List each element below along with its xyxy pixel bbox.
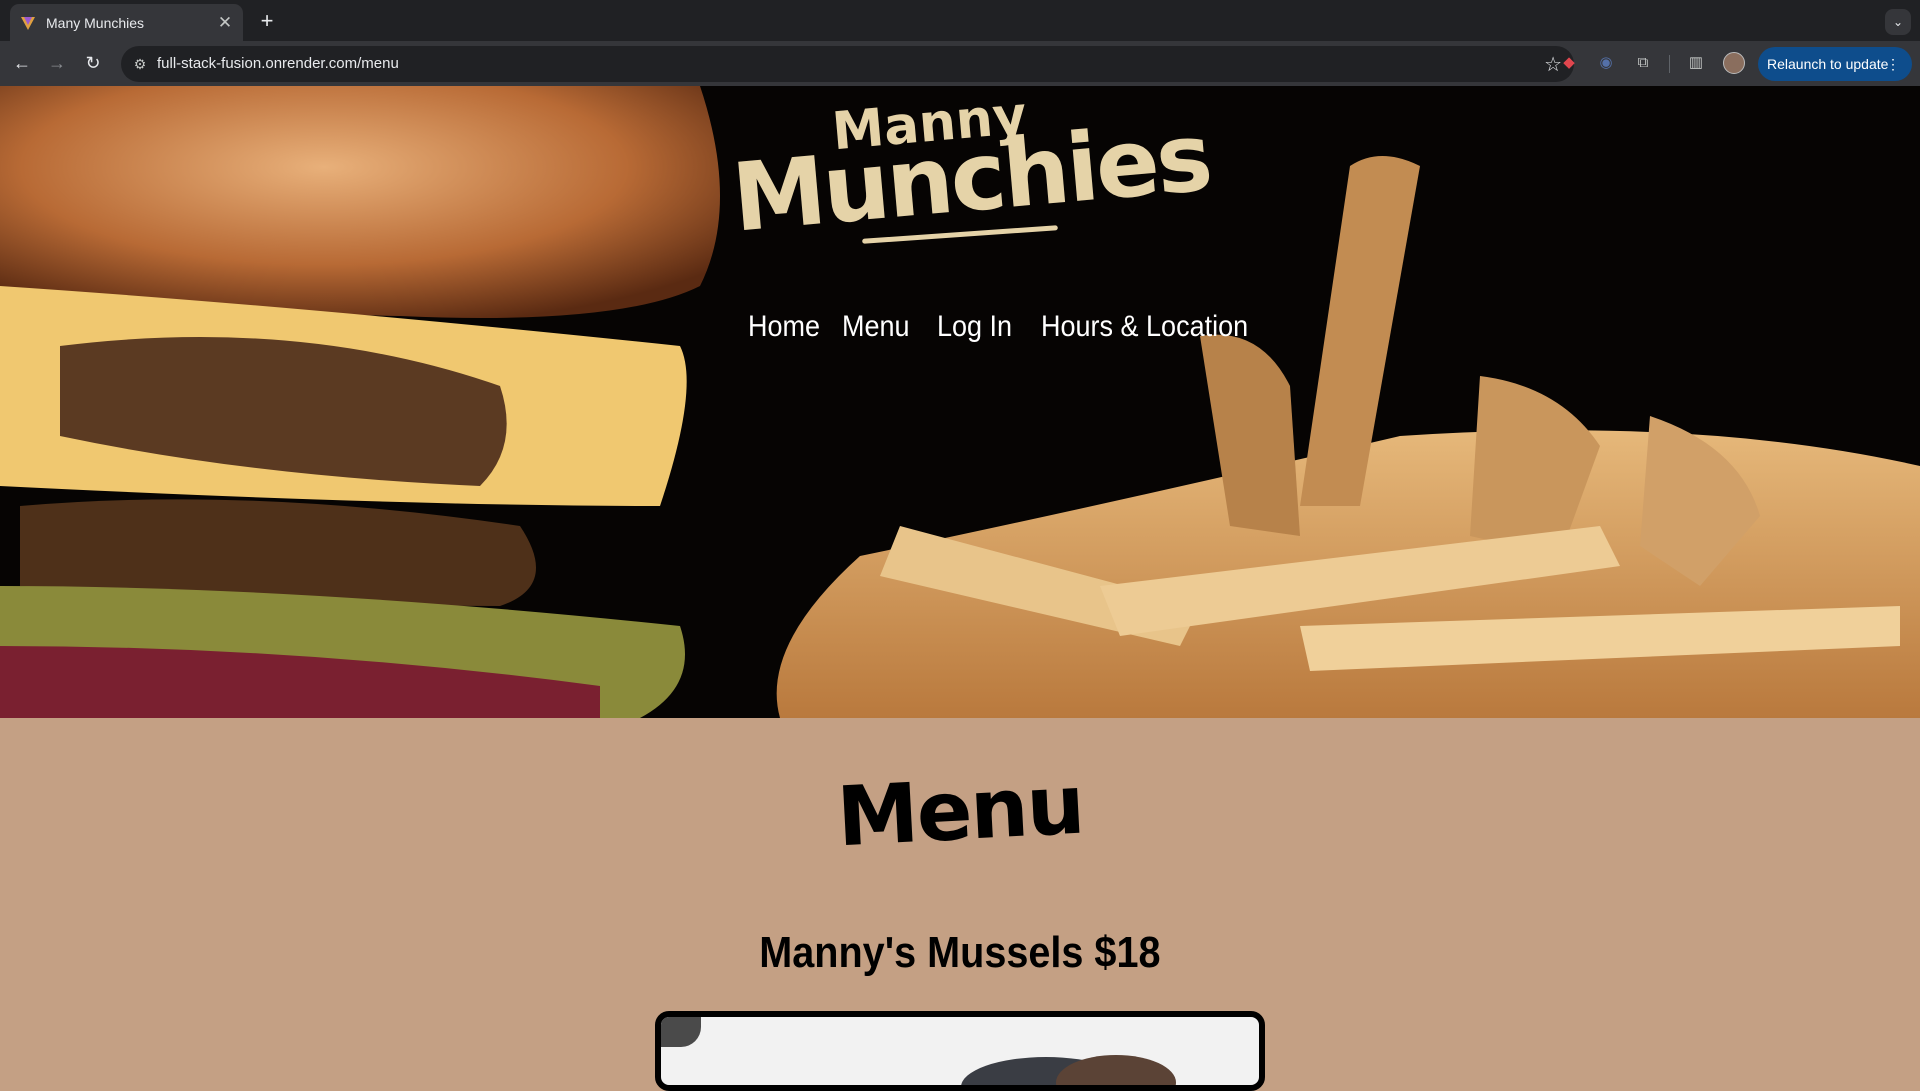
site-info-icon[interactable]: ⚙ (131, 55, 149, 73)
main-nav: Home Menu Log In Hours & Location (748, 310, 1271, 344)
back-icon[interactable]: ← (10, 51, 34, 75)
new-tab-icon[interactable]: + (254, 8, 280, 34)
tab-search-chevron-icon[interactable]: ⌄ (1885, 9, 1911, 35)
menu-item-photo (655, 1011, 1265, 1091)
forward-icon[interactable]: → (45, 51, 69, 75)
extensions-puzzle-icon[interactable]: ⧉ (1633, 53, 1653, 73)
nav-home[interactable]: Home (748, 310, 820, 344)
menu-item-title-text: Manny's Mussels $18 (759, 928, 1161, 977)
nav-menu[interactable]: Menu (842, 310, 910, 344)
browser-toolbar: ← → ↻ ⚙ full-stack-fusion.onrender.com/m… (0, 41, 1920, 86)
more-menu-icon[interactable]: ⋮ (1886, 47, 1900, 81)
browser-tab-bar: Many Munchies ✕ + ⌄ (0, 0, 1920, 41)
address-bar[interactable]: ⚙ full-stack-fusion.onrender.com/menu ☆ (121, 46, 1574, 82)
relaunch-label: Relaunch to update (1767, 56, 1889, 72)
tab-title: Many Munchies (46, 14, 145, 31)
extension-red-icon[interactable]: ◆ (1559, 53, 1579, 73)
page-title-text: Menu (834, 757, 1086, 866)
nav-log-in[interactable]: Log In (937, 310, 1012, 344)
url-text[interactable]: full-stack-fusion.onrender.com/menu (157, 55, 399, 72)
relaunch-button[interactable]: Relaunch to update ⋮ (1758, 47, 1912, 81)
reload-icon[interactable]: ↻ (81, 51, 105, 75)
site-logo[interactable]: Manny Munchies (720, 86, 1214, 256)
hero-banner: Manny Munchies Home Menu Log In Hours & … (0, 86, 1920, 718)
menu-item-title: Manny's Mussels $18 (0, 928, 1920, 978)
extension-circle-icon[interactable]: ◉ (1596, 53, 1616, 73)
photo-shadow (661, 1017, 701, 1047)
nav-hours-location[interactable]: Hours & Location (1041, 310, 1248, 344)
close-tab-icon[interactable]: ✕ (215, 13, 235, 33)
site-favicon-icon (21, 16, 35, 30)
toolbar-divider (1669, 55, 1670, 73)
browser-tab[interactable]: Many Munchies ✕ (10, 4, 243, 41)
side-panel-icon[interactable]: ▥ (1686, 53, 1706, 73)
profile-avatar[interactable] (1723, 52, 1745, 74)
page-title: Menu (0, 758, 1920, 866)
